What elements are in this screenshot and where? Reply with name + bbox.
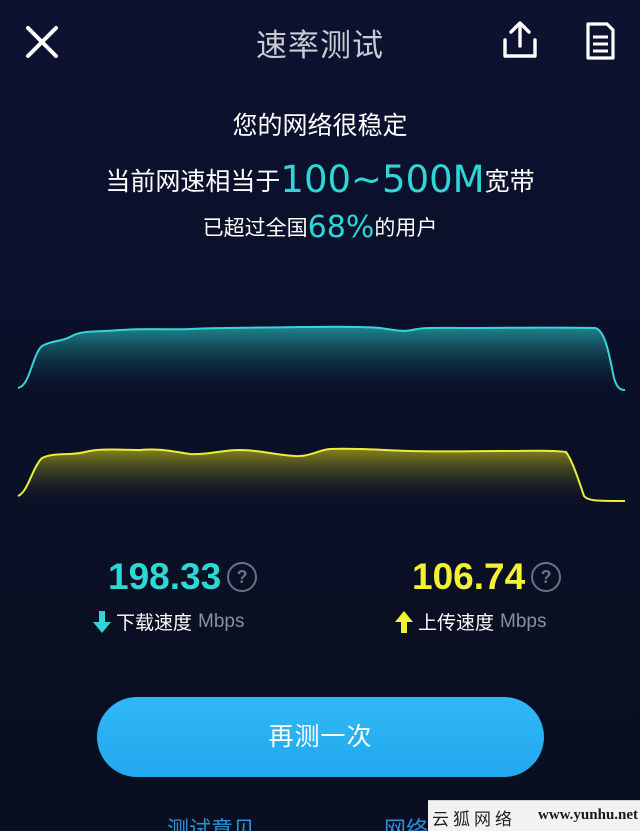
report-button[interactable] (580, 20, 620, 62)
upload-speed-unit: Mbps (500, 610, 547, 632)
close-icon (26, 26, 58, 58)
stability-text: 您的网络很稳定 (232, 111, 408, 140)
document-icon (586, 22, 615, 60)
download-help-icon[interactable]: ? (227, 562, 258, 592)
retest-button[interactable]: 再测一次 (97, 697, 544, 777)
rank-value: 68% (307, 210, 375, 245)
arrow-up-icon (395, 610, 413, 633)
upload-result: 106.74? 上传速度 Mbps (394, 552, 640, 638)
download-result: 198.33? 下载速度 Mbps (92, 552, 342, 638)
share-icon (503, 21, 537, 58)
arrow-down-icon (93, 610, 111, 633)
test-summary: 您的网络很稳定 当前网速相当于100~500M宽带 已超过全国68%的用户 (0, 104, 640, 248)
header-bar: 速率测试 (0, 0, 640, 84)
upload-speed-label: 上传速度 (418, 612, 495, 634)
rank-suffix: 的用户 (374, 216, 438, 240)
upload-speed-curve (17, 447, 626, 502)
download-speed-label: 下载速度 (116, 612, 193, 634)
download-speed-value: 198.33 (108, 556, 222, 597)
watermark-url-text: www.yunhu.net (538, 807, 639, 823)
page-title: 速率测试 (256, 28, 384, 64)
upload-value-row: 106.74? (394, 552, 640, 602)
bandwidth-value: 100~500M (280, 158, 485, 201)
close-button[interactable] (22, 22, 62, 62)
rank-prefix: 已超过全国 (202, 216, 308, 240)
rank-text: 已超过全国68%的用户 (0, 208, 640, 248)
bandwidth-prefix: 当前网速相当于 (105, 167, 281, 196)
upload-help-icon[interactable]: ? (531, 562, 562, 592)
download-label-row: 下载速度 Mbps (92, 608, 342, 638)
download-speed-curve (17, 325, 626, 391)
download-speed-unit: Mbps (198, 610, 245, 632)
site-watermark: 云狐网络 www.yunhu.net (428, 800, 640, 831)
speed-test-screen: 速率测试 您的网络很稳定 当前网速相当于100~500M宽带 已超过全国68%的… (0, 0, 640, 831)
upload-speed-value: 106.74 (412, 556, 526, 597)
bandwidth-suffix: 宽带 (484, 167, 535, 196)
download-value-row: 198.33? (92, 552, 342, 602)
upload-label-row: 上传速度 Mbps (394, 608, 640, 638)
feedback-link[interactable]: 测试意见 (167, 812, 255, 831)
speed-graph (17, 325, 626, 502)
watermark-cn-text: 云狐网络 (432, 810, 516, 830)
share-button[interactable] (500, 20, 540, 62)
bandwidth-text: 当前网速相当于100~500M宽带 (0, 156, 640, 206)
